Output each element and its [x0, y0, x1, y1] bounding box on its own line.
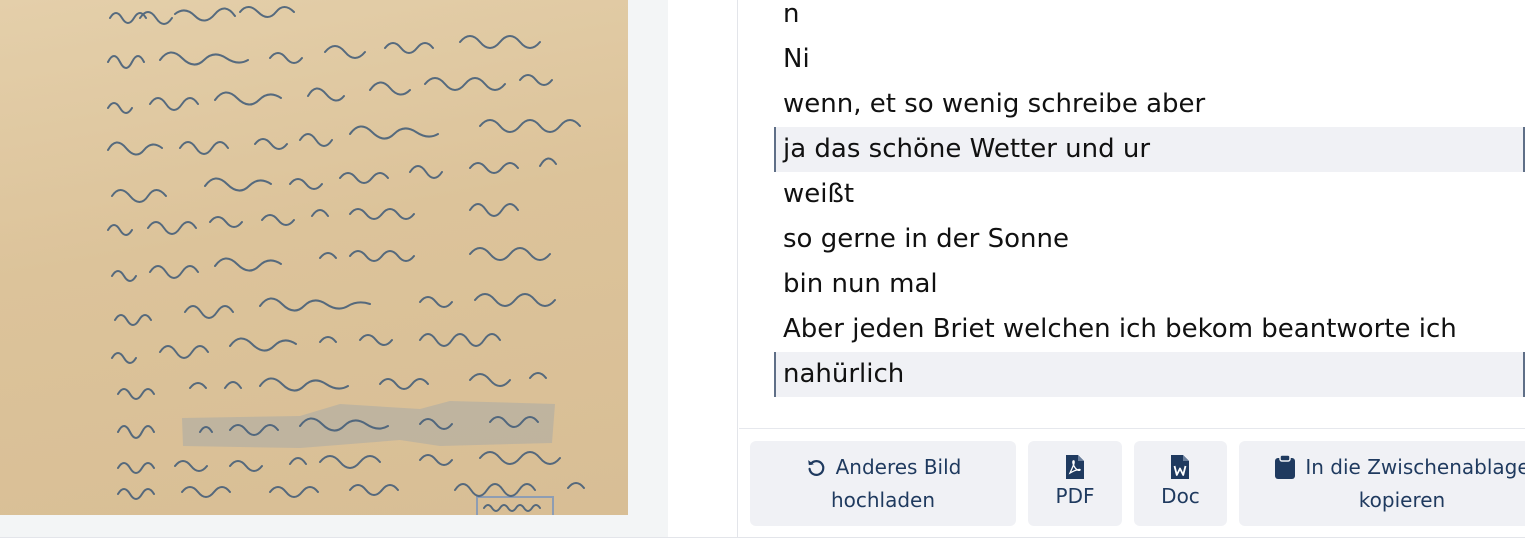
toolbar-divider: [739, 428, 1525, 429]
transcription-line[interactable]: nahürlich: [774, 352, 1525, 397]
transcription-line[interactable]: wenn, et so wenig schreibe aber: [774, 82, 1525, 127]
image-panel: [0, 0, 668, 537]
panel-divider: [737, 0, 738, 537]
transcription-line[interactable]: bin nun mal: [774, 262, 1525, 307]
pdf-file-icon: [1064, 454, 1086, 480]
pdf-button-label: PDF: [1055, 484, 1095, 508]
transcription-line[interactable]: ja das schöne Wetter und ur: [774, 127, 1525, 172]
transcription-line[interactable]: Aber jeden Briet welchen ich bekom beant…: [774, 307, 1525, 352]
clipboard-button-label-1: In die Zwischenablage: [1305, 454, 1525, 479]
upload-other-image-button[interactable]: Anderes Bild hochladen: [750, 441, 1016, 526]
transcription-panel: n Ni wenn, et so wenig schreibe aber ja …: [774, 0, 1525, 397]
transcription-line[interactable]: n: [774, 0, 1525, 37]
pdf-download-button[interactable]: PDF: [1028, 441, 1122, 526]
letter-scan-image: [0, 0, 628, 515]
clipboard-button-label-2: kopieren: [1358, 487, 1446, 512]
transcription-line[interactable]: weißt: [774, 172, 1525, 217]
upload-button-label-2: hochladen: [830, 487, 936, 512]
transcription-line[interactable]: so gerne in der Sonne: [774, 217, 1525, 262]
bottom-divider: [0, 537, 1525, 538]
doc-button-label: Doc: [1161, 484, 1200, 508]
doc-download-button[interactable]: Doc: [1134, 441, 1227, 526]
clipboard-icon: [1274, 454, 1296, 480]
refresh-icon: [805, 456, 827, 478]
word-file-icon: [1169, 454, 1191, 480]
upload-button-label-1: Anderes Bild: [835, 454, 962, 479]
handwriting-image: [107, 6, 585, 515]
transcription-line[interactable]: Ni: [774, 37, 1525, 82]
copy-to-clipboard-button[interactable]: In die Zwischenablage kopieren: [1239, 441, 1525, 526]
